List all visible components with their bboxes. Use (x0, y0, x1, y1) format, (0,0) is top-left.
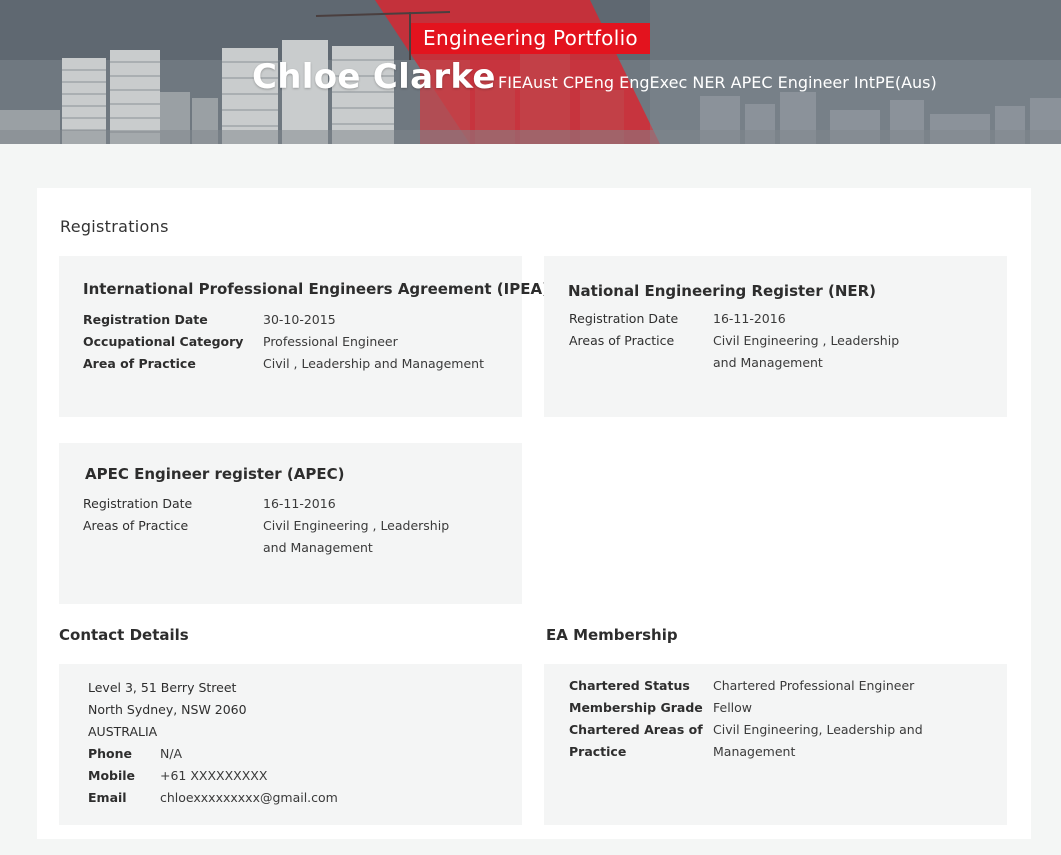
ipea-area-of-practice-label: Area of Practice (83, 356, 196, 371)
chartered-areas-value-line1: Civil Engineering, Leadership and (713, 722, 923, 737)
address-line-2: North Sydney, NSW 2060 (88, 702, 247, 717)
apec-areas-of-practice-label: Areas of Practice (83, 518, 189, 533)
email-value[interactable]: chloexxxxxxxxx@gmail.com (160, 787, 338, 809)
address-line-3: AUSTRALIA (88, 724, 158, 739)
apec-registration-date-value: 16-11-2016 (263, 496, 336, 511)
apec-card-title: APEC Engineer register (APEC) (85, 465, 345, 483)
ea-membership-heading: EA Membership (546, 626, 678, 644)
apec-areas-of-practice-value-line1: Civil Engineering , Leadership (263, 518, 450, 533)
ner-card-title: National Engineering Register (NER) (568, 282, 877, 300)
membership-grade-label: Membership Grade (569, 700, 703, 715)
mobile-value: +61 XXXXXXXXX (160, 768, 268, 783)
apec-areas-of-practice-value-line2: and Management (263, 540, 373, 555)
chartered-areas-value-line2: Management (713, 744, 796, 759)
apec-registration-date-label: Registration Date (83, 496, 193, 511)
ipea-occupational-category-label: Occupational Category (83, 334, 244, 349)
engineer-name: Chloe Clarke (252, 57, 496, 97)
phone-label: Phone (88, 746, 133, 761)
ner-areas-of-practice-value-line1: Civil Engineering , Leadership (713, 333, 900, 348)
chartered-areas-label-line2: Practice (569, 744, 627, 759)
ipea-registration-date-label: Registration Date (83, 312, 208, 327)
address-line-1: Level 3, 51 Berry Street (88, 680, 237, 695)
chartered-status-label: Chartered Status (569, 678, 690, 693)
contact-details-heading: Contact Details (59, 626, 189, 644)
mobile-label: Mobile (88, 768, 136, 783)
email-label: Email (88, 790, 127, 805)
portfolio-badge: Engineering Portfolio (411, 23, 650, 54)
ner-areas-of-practice-value-line2: and Management (713, 355, 823, 370)
ner-registration-date-label: Registration Date (569, 311, 679, 326)
phone-value: N/A (160, 746, 183, 761)
city-skyline-image (0, 0, 1061, 144)
membership-grade-value: Fellow (713, 700, 753, 715)
qualifications-text: FIEAust CPEng EngExec NER APEC Engineer … (498, 73, 937, 92)
hero-banner: Engineering Portfolio Chloe Clarke FIEAu… (0, 0, 1061, 144)
ipea-registration-date-value: 30-10-2015 (263, 312, 336, 327)
ipea-occupational-category-value: Professional Engineer (263, 334, 398, 349)
ner-registration-date-value: 16-11-2016 (713, 311, 786, 326)
ner-areas-of-practice-label: Areas of Practice (569, 333, 675, 348)
chartered-areas-label-line1: Chartered Areas of (569, 722, 703, 737)
chartered-status-value: Chartered Professional Engineer (713, 678, 915, 693)
ipea-area-of-practice-value: Civil , Leadership and Management (263, 356, 484, 371)
registrations-heading: Registrations (60, 217, 169, 236)
ipea-card-title: International Professional Engineers Agr… (83, 280, 549, 298)
